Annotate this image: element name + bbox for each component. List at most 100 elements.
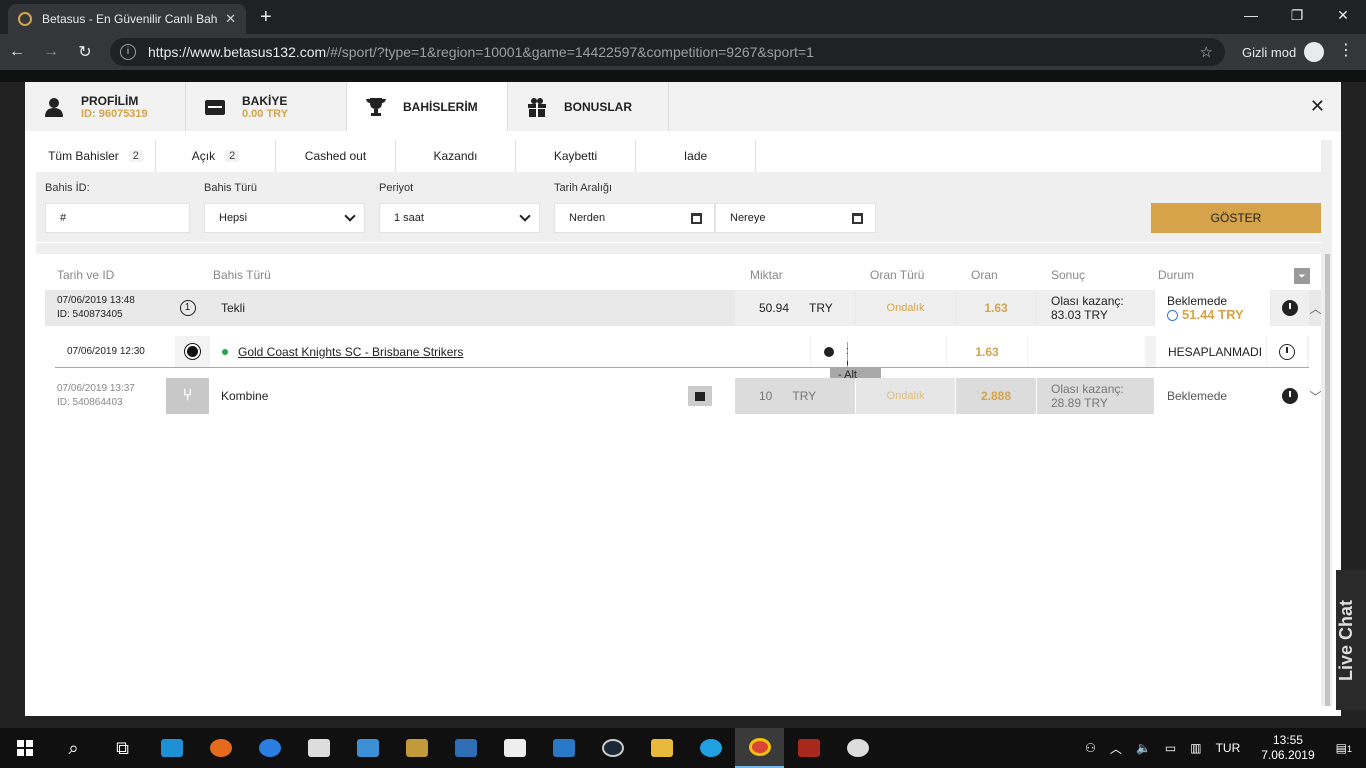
steam-icon[interactable] [588,728,637,768]
tab-title: Betasus - En Güvenilir Canlı Bahis [42,12,218,26]
bet-type-select[interactable]: Hepsi [204,203,365,233]
filter-tab-count: 2 [225,150,240,162]
windows-start-icon[interactable] [0,728,49,768]
dota-shape [797,739,820,757]
bookmark-star-icon[interactable]: ☆ [1200,43,1213,61]
close-window-icon[interactable]: ✕ [1320,0,1366,32]
tab-bonuses[interactable]: BONUSLAR [508,82,669,131]
chrome-icon[interactable] [735,728,784,768]
filter-tab-label: Kazandı [433,149,478,163]
wallet-icon [205,99,225,115]
amount-cell: 10 TRY [735,378,855,414]
date-from-value: Nerden [569,212,606,224]
new-tab-icon[interactable]: + [260,6,272,29]
cashout-coin-icon [1167,309,1178,321]
folder-icon[interactable] [637,728,686,768]
table-row[interactable]: 07/06/2019 13:48 ID: 540873405 1 Tekli 5… [45,290,1322,326]
paint-icon[interactable] [833,728,882,768]
minimize-icon[interactable]: — [1228,0,1274,32]
notification-icon[interactable]: ▤1 [1336,741,1352,755]
back-icon[interactable]: ← [0,43,34,61]
filter-tab-refund[interactable]: Iade [636,140,756,172]
forward-icon[interactable]: → [34,43,68,61]
tab-balance-amount: 0.00 TRY [242,107,289,120]
app-icon[interactable] [343,728,392,768]
battery-icon[interactable]: ▭ [1165,741,1176,755]
tab-profile-title: PROFİLİM [81,93,139,108]
filter-tab-won[interactable]: Kazandı [396,140,516,172]
filter-tab-lost[interactable]: Kaybetti [516,140,636,172]
date-to-input[interactable]: Nereye [715,203,876,233]
close-modal-icon[interactable]: ✕ [1310,96,1325,117]
date-from-input[interactable]: Nerden [554,203,715,233]
divider [36,242,1321,243]
browser-menu-icon[interactable]: ⋮ [1338,40,1354,60]
tab-profile[interactable]: PROFİLİM ID: 96075319 [25,82,186,131]
filter-tab-label: Kaybetti [553,149,598,163]
tab-profile-id: ID: 96075319 [81,107,148,120]
ie-shape [160,739,183,757]
mail-icon[interactable] [490,728,539,768]
ie-icon[interactable] [147,728,196,768]
language-indicator[interactable]: TUR [1216,741,1241,755]
live-dot-icon [222,348,228,355]
clock-date: 7.06.2019 [1261,748,1315,762]
people-icon[interactable]: ⚇ [1085,741,1096,755]
chevron-up-icon[interactable]: ︿ [1110,740,1122,757]
window-app-shape [552,739,575,757]
firefox-icon[interactable] [196,728,245,768]
selection-row: 07/06/2019 12:30 Gold Coast Knights SC -… [55,336,1309,396]
site-top-strip [0,70,1366,82]
task-view-icon[interactable]: ⧉ [98,728,147,768]
browser-tab[interactable]: Betasus - En Güvenilir Canlı Bahis ✕ [8,4,246,34]
volume-icon[interactable]: 🔈 [1136,741,1151,755]
calendar-icon [852,213,863,224]
address-bar[interactable]: i https://www.betasus132.com/#/sport/?ty… [110,38,1225,66]
single-bet-icon: 1 [166,290,209,326]
show-button[interactable]: GÖSTER [1151,203,1321,233]
news-icon[interactable] [441,728,490,768]
taskbar-clock[interactable]: 13:55 7.06.2019 [1261,733,1314,763]
search-icon[interactable]: ⌕ [49,728,98,768]
combo-bet-icon: ⑂ [166,378,209,414]
expand-all-icon[interactable]: ⏷ [1294,268,1310,284]
tab-my-bets[interactable]: BAHİSLERİM [347,82,508,131]
reload-icon[interactable]: ↻ [68,42,102,62]
network-icon[interactable]: ▥ [1190,741,1201,755]
live-chat-button[interactable]: Live Chat [1336,570,1366,710]
date-to-value: Nereye [730,212,766,224]
restore-icon[interactable]: ❐ [1274,0,1320,32]
period-value: 1 saat [394,212,424,224]
skype-icon[interactable] [686,728,735,768]
bet-date-cell: 07/06/2019 13:37 ID: 540864403 [45,378,165,414]
store-icon[interactable] [294,728,343,768]
modal-tabs: PROFİLİM ID: 96075319 BAKİYE 0.00 TRY BA… [25,82,1341,131]
table-row[interactable]: 07/06/2019 13:37 ID: 540864403 ⑂ Kombine… [45,378,1322,414]
amount-cell: 50.94 TRY [735,290,855,326]
scrollbar-thumb[interactable] [1325,254,1330,706]
filter-tab-open[interactable]: Açık 2 [156,140,276,172]
clock-icon [1282,300,1298,316]
clock-outline-icon [1267,336,1307,367]
edge-icon[interactable] [245,728,294,768]
league-icon[interactable] [392,728,441,768]
expand-row-icon[interactable]: ﹀ [1310,378,1322,414]
tab-balance[interactable]: BAKİYE 0.00 TRY [186,82,347,131]
match-link[interactable]: Gold Coast Knights SC - Brisbane Striker… [238,345,463,359]
site-info-icon[interactable]: i [120,44,136,60]
collapse-row-icon[interactable]: ︿ [1310,290,1322,326]
period-select[interactable]: 1 saat [379,203,540,233]
bet-id-input[interactable]: # [45,203,190,233]
incognito-indicator[interactable]: Gizli mod [1242,42,1325,62]
window-app-icon[interactable] [539,728,588,768]
close-tab-icon[interactable]: ✕ [225,11,236,27]
filter-tab-all[interactable]: Tüm Bahisler 2 [36,140,156,172]
amount-currency: TRY [792,389,817,403]
tab-bonuses-title: BONUSLAR [564,99,632,114]
edge-shape [258,739,281,757]
dota-icon[interactable] [784,728,833,768]
modal-scrollbar[interactable] [1325,254,1330,706]
cashout-button[interactable]: 51.44 TRY [1167,308,1244,322]
bonus-gift-icon[interactable] [688,386,712,406]
filter-tab-cashed-out[interactable]: Cashed out [276,140,396,172]
